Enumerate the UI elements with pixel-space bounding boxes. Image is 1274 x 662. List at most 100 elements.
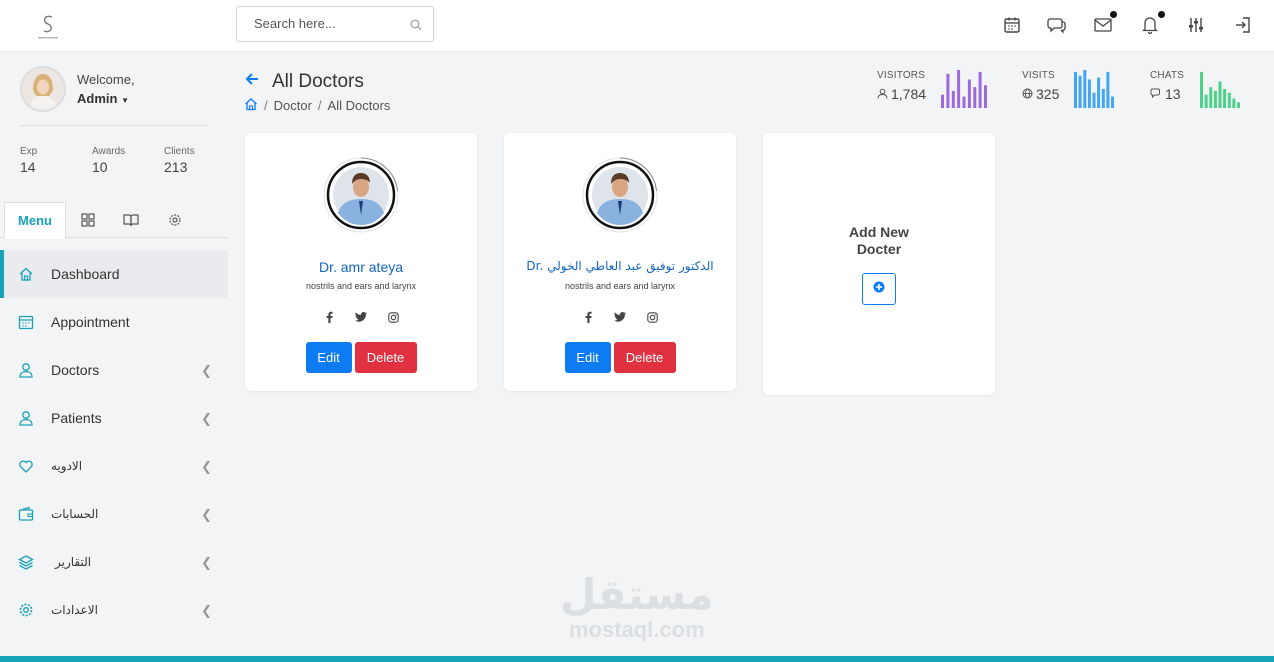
- admin-name: Admin: [77, 91, 118, 106]
- sidebar-item-label: Appointment: [51, 314, 130, 330]
- doctor-avatar[interactable]: [580, 155, 660, 235]
- watermark-arabic: مستقل: [560, 570, 714, 619]
- stat-exp: Exp 14: [20, 146, 37, 175]
- breadcrumb-doctor[interactable]: Doctor: [274, 98, 312, 113]
- gear-icon[interactable]: [163, 202, 187, 238]
- mail-notification-dot: [1110, 11, 1117, 18]
- watermark: مستقل mostaql.com: [560, 572, 714, 642]
- sidebar-item-doctors[interactable]: Doctors ❮: [0, 346, 228, 394]
- sparkline-bar: [978, 71, 982, 108]
- sparkline-bar: [1074, 71, 1077, 108]
- add-doctor-title-line: Docter: [856, 241, 902, 257]
- admin-dropdown[interactable]: Admin ▼: [77, 91, 129, 106]
- sidebar-item-appointment[interactable]: Appointment: [0, 298, 228, 346]
- stat-value: 14: [20, 159, 36, 175]
- top-header: [0, 0, 1274, 52]
- watermark-latin: mostaql.com: [568, 617, 705, 642]
- sidebar-item-patients[interactable]: Patients ❮: [0, 394, 228, 442]
- sparkline-bar: [1111, 96, 1114, 108]
- home-icon[interactable]: [244, 97, 258, 114]
- sidebar-item-medicines[interactable]: الادويه ❮: [0, 442, 228, 490]
- chevron-left-icon: ❮: [201, 459, 212, 474]
- facebook-icon[interactable]: [323, 311, 335, 323]
- chevron-left-icon: ❮: [201, 555, 212, 570]
- sidebar-item-label: الاعدادات: [51, 603, 98, 617]
- back-arrow-icon[interactable]: [245, 72, 259, 91]
- sparkline-bar: [1218, 81, 1222, 108]
- sidebar-item-label: Dashboard: [51, 266, 120, 282]
- add-doctor-card: Add New Docter: [763, 133, 995, 395]
- kpi-visitors: VISITORS 1,784: [877, 70, 987, 108]
- user-icon: [18, 410, 34, 426]
- edit-button[interactable]: Edit: [305, 342, 352, 373]
- sparkline-bar: [1227, 92, 1231, 108]
- sidebar-tabs: Menu: [0, 202, 228, 239]
- sparkline-bar: [941, 94, 944, 108]
- add-doctor-title: Add New Docter: [763, 224, 995, 258]
- search-icon[interactable]: [410, 18, 422, 36]
- doctor-name[interactable]: Dr. amr ateya: [245, 259, 477, 275]
- sidebar-item-label: التقارير: [55, 555, 92, 569]
- sidebar-item-reports[interactable]: التقارير ❮: [0, 538, 228, 586]
- sidebar-item-accounts[interactable]: الحسابات ❮: [0, 490, 228, 538]
- sidebar: Welcome, Admin ▼ Exp 14 Awards 10 Client…: [0, 52, 228, 662]
- layers-icon: [18, 554, 34, 570]
- kpi-value: 325: [1036, 86, 1060, 102]
- sparkline-bar: [973, 87, 977, 108]
- stat-label: Clients: [164, 146, 195, 157]
- calendar-icon[interactable]: [1000, 13, 1024, 37]
- logout-icon[interactable]: [1231, 13, 1255, 37]
- twitter-icon[interactable]: [355, 311, 367, 323]
- heart-icon: [18, 458, 34, 474]
- bell-icon[interactable]: [1138, 11, 1165, 37]
- chevron-left-icon: ❮: [201, 507, 212, 522]
- sparkline-bar: [1209, 87, 1213, 108]
- home-icon: [18, 266, 34, 282]
- delete-button[interactable]: Delete: [354, 342, 417, 373]
- stat-label: Exp: [20, 146, 38, 157]
- sparkline-bar: [1232, 98, 1236, 108]
- sidebar-item-label: الادويه: [51, 459, 83, 473]
- doctor-specialty: nostrils and ears and larynx: [564, 281, 676, 291]
- sidebar-item-label: Patients: [51, 410, 102, 426]
- mail-icon[interactable]: [1091, 11, 1117, 37]
- search-input[interactable]: [254, 16, 404, 31]
- add-doctor-button[interactable]: [862, 273, 896, 305]
- grid-icon[interactable]: [76, 202, 100, 238]
- doctor-avatar[interactable]: [321, 155, 401, 235]
- plus-circle-icon: [873, 280, 885, 298]
- chats-sparkline: [1200, 71, 1240, 108]
- gear-icon: [18, 602, 34, 618]
- bell-notification-dot: [1158, 11, 1165, 18]
- sparkline-bar: [967, 79, 971, 108]
- book-icon[interactable]: [119, 202, 143, 238]
- search-box[interactable]: [236, 6, 434, 42]
- doctor-name[interactable]: Dr. الدكتور توفيق عبد العاطي الخولي: [504, 259, 736, 273]
- tab-menu[interactable]: Menu: [4, 202, 66, 239]
- kpi-value: 13: [1165, 86, 1181, 102]
- chevron-left-icon: ❮: [201, 411, 212, 426]
- instagram-icon[interactable]: [387, 311, 399, 323]
- breadcrumb-current: All Doctors: [327, 98, 391, 113]
- avatar[interactable]: [20, 66, 66, 112]
- chat-icon[interactable]: [1045, 13, 1069, 37]
- user-icon: [877, 86, 888, 102]
- facebook-icon[interactable]: [582, 311, 594, 323]
- edit-button[interactable]: Edit: [564, 342, 611, 373]
- sidebar-nav: Dashboard Appointment Doctors ❮ Patients…: [0, 250, 228, 634]
- kpi-visits: VISITS 325: [1022, 70, 1114, 108]
- sidebar-item-dashboard[interactable]: Dashboard: [0, 250, 228, 298]
- chevron-left-icon: ❮: [201, 363, 212, 378]
- sparkline-bar: [1204, 94, 1208, 108]
- wallet-icon: [18, 506, 34, 522]
- social-links: [504, 311, 736, 323]
- sidebar-item-settings[interactable]: الاعدادات ❮: [0, 586, 228, 634]
- stat-awards: Awards 10: [92, 146, 125, 175]
- instagram-icon[interactable]: [646, 311, 658, 323]
- twitter-icon[interactable]: [614, 311, 626, 323]
- delete-button[interactable]: Delete: [613, 342, 676, 373]
- sliders-icon[interactable]: [1184, 13, 1208, 37]
- sparkline-bar: [1200, 71, 1203, 108]
- sparkline-bar: [951, 90, 955, 108]
- brand-logo[interactable]: [36, 12, 60, 42]
